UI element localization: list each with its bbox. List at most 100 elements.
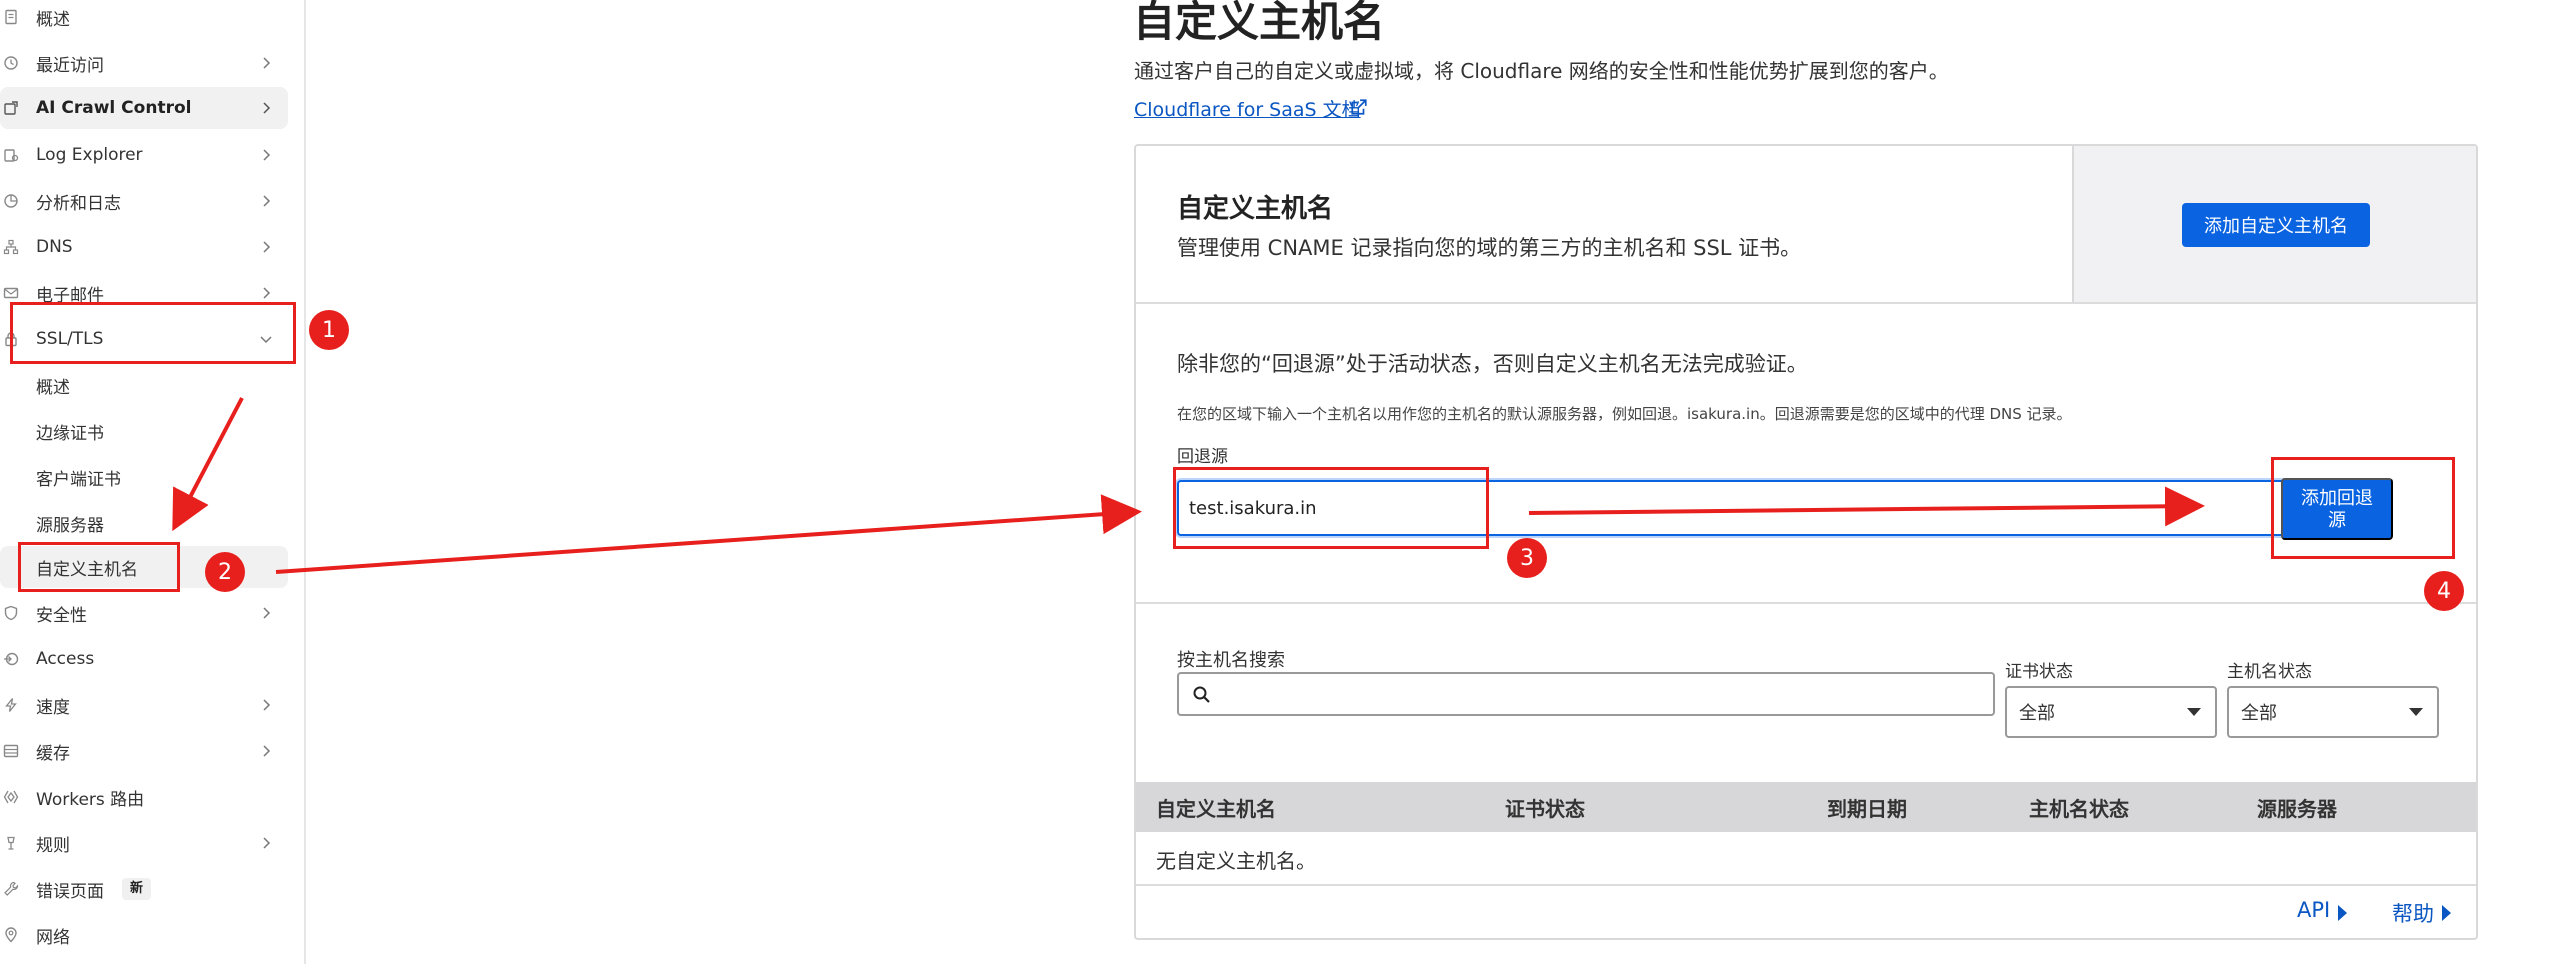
chevron-right-icon: [263, 149, 271, 161]
sidebar-item-label: 客户端证书: [36, 469, 121, 490]
sidebar-item-label: 最近访问: [36, 55, 104, 76]
caret-down-icon: [2187, 708, 2201, 716]
sidebar-item-label: 边缘证书: [36, 423, 104, 444]
cert-status-label: 证书状态: [2005, 662, 2073, 682]
sidebar-item-overview[interactable]: 概述: [0, 0, 288, 38]
annotation-box-add-fallback: [2271, 457, 2455, 559]
external-link-icon: [1351, 99, 1367, 115]
workers-icon: [0, 786, 22, 808]
sidebar-item-error-pages[interactable]: 错误页面 新: [0, 868, 288, 910]
sidebar-item-label: 错误页面: [36, 881, 104, 902]
column-header-cert-status[interactable]: 证书状态: [1505, 793, 1585, 822]
section-description: 管理使用 CNAME 记录指向您的域的第三方的主机名和 SSL 证书。: [1177, 236, 1802, 260]
help-link[interactable]: 帮助: [2392, 898, 2434, 928]
fallback-description: 在您的区域下输入一个主机名以用作您的主机名的默认源服务器，例如回退。isakur…: [1177, 405, 2072, 423]
sidebar-item-label: 网络: [36, 927, 70, 948]
api-link[interactable]: API: [2297, 898, 2330, 922]
chart-icon: [0, 190, 22, 212]
sidebar-subitem-edge-certificates[interactable]: 边缘证书: [0, 410, 288, 452]
rules-icon: [0, 832, 22, 854]
annotation-marker-4: 4: [2424, 571, 2464, 611]
chevron-right-icon: [263, 241, 271, 253]
log-icon: [0, 144, 22, 166]
chevron-right-icon: [263, 102, 271, 114]
sidebar-item-label: Workers 路由: [36, 789, 145, 810]
sidebar-item-network[interactable]: 网络: [0, 914, 288, 956]
fallback-warning: 除非您的“回退源”处于活动状态，否则自定义主机名无法完成验证。: [1177, 352, 1808, 376]
saas-docs-link[interactable]: Cloudflare for SaaS 文档: [1134, 95, 1361, 122]
clock-icon: [0, 52, 22, 74]
sidebar-subitem-origin-server[interactable]: 源服务器: [0, 502, 288, 544]
chevron-right-icon: [263, 195, 271, 207]
ai-crawl-icon: [0, 97, 22, 119]
access-icon: [0, 648, 22, 670]
shield-icon: [0, 602, 22, 624]
sidebar-item-rules[interactable]: 规则: [0, 822, 288, 864]
email-icon: [0, 282, 22, 304]
cert-status-select[interactable]: 全部: [2005, 686, 2217, 738]
divider: [1136, 884, 2476, 886]
chevron-right-icon: [263, 287, 271, 299]
arrow-to-fallback-input: [275, 494, 1142, 574]
sidebar-item-label: Access: [36, 649, 95, 669]
section-title: 自定义主机名: [1177, 194, 1334, 224]
play-triangle-icon: [2442, 905, 2451, 921]
search-icon: [1193, 686, 1210, 703]
annotation-marker-1: 1: [309, 310, 349, 350]
cache-icon: [0, 740, 22, 762]
location-icon: [0, 924, 22, 946]
chevron-right-icon: [263, 607, 271, 619]
sidebar-item-label: 规则: [36, 835, 70, 856]
divider: [1136, 602, 2476, 604]
annotation-marker-2: 2: [205, 552, 245, 592]
sidebar-item-label: DNS: [36, 237, 73, 257]
annotation-box-custom-hostnames: [18, 542, 180, 592]
sidebar-item-label: 分析和日志: [36, 193, 121, 214]
sidebar-item-recent[interactable]: 最近访问: [0, 42, 288, 84]
sidebar-item-workers-routes[interactable]: Workers 路由: [0, 776, 288, 818]
table-empty-message: 无自定义主机名。: [1156, 849, 1316, 873]
search-hostname-input[interactable]: [1177, 672, 1995, 716]
sidebar-item-access[interactable]: Access: [0, 638, 288, 680]
sidebar-item-label: AI Crawl Control: [36, 98, 192, 118]
chevron-right-icon: [263, 699, 271, 711]
sidebar-item-label: 安全性: [36, 605, 87, 626]
column-header-host-status[interactable]: 主机名状态: [2029, 793, 2129, 822]
sidebar-item-label: 速度: [36, 697, 70, 718]
sidebar-item-label: Log Explorer: [36, 145, 143, 165]
page-description: 通过客户自己的自定义或虚拟域，将 Cloudflare 网络的安全性和性能优势扩…: [1134, 59, 1949, 83]
wrench-icon: [0, 878, 22, 900]
host-status-label: 主机名状态: [2227, 662, 2312, 682]
sidebar-item-ai-crawl-control[interactable]: AI Crawl Control: [0, 87, 288, 129]
play-triangle-icon: [2338, 905, 2347, 921]
sidebar-item-log-explorer[interactable]: Log Explorer: [0, 134, 288, 176]
host-status-value: 全部: [2241, 703, 2277, 724]
sidebar-subitem-client-certificates[interactable]: 客户端证书: [0, 456, 288, 498]
page-title: 自定义主机名: [1133, 0, 1386, 46]
chevron-right-icon: [263, 837, 271, 849]
network-icon: [0, 236, 22, 258]
sidebar-item-speed[interactable]: 速度: [0, 684, 288, 726]
sidebar-item-label: 概述: [36, 9, 70, 30]
sidebar-item-cache[interactable]: 缓存: [0, 730, 288, 772]
sidebar-item-label: 源服务器: [36, 515, 104, 536]
search-hostname-label: 按主机名搜索: [1177, 650, 1285, 671]
document-icon: [0, 6, 22, 28]
column-header-hostname[interactable]: 自定义主机名: [1156, 793, 1276, 822]
add-custom-hostname-button[interactable]: 添加自定义主机名: [2182, 203, 2370, 247]
fallback-origin-label: 回退源: [1177, 447, 1228, 467]
sidebar-item-dns[interactable]: DNS: [0, 226, 288, 268]
sidebar-item-label: 概述: [36, 377, 70, 398]
annotation-marker-3: 3: [1507, 538, 1547, 578]
sidebar-item-security[interactable]: 安全性: [0, 592, 288, 634]
column-header-expiry[interactable]: 到期日期: [1827, 793, 1907, 822]
sidebar-subitem-ssl-overview[interactable]: 概述: [0, 364, 288, 406]
column-header-origin[interactable]: 源服务器: [2257, 793, 2337, 822]
host-status-select[interactable]: 全部: [2227, 686, 2439, 738]
sidebar: 概述 最近访问 AI Crawl Control Log Explorer 分析…: [0, 0, 306, 964]
annotation-box-fallback-input: [1173, 467, 1489, 549]
chevron-right-icon: [263, 57, 271, 69]
sidebar-item-analytics[interactable]: 分析和日志: [0, 180, 288, 222]
lightning-icon: [0, 694, 22, 716]
new-badge: 新: [122, 878, 152, 900]
